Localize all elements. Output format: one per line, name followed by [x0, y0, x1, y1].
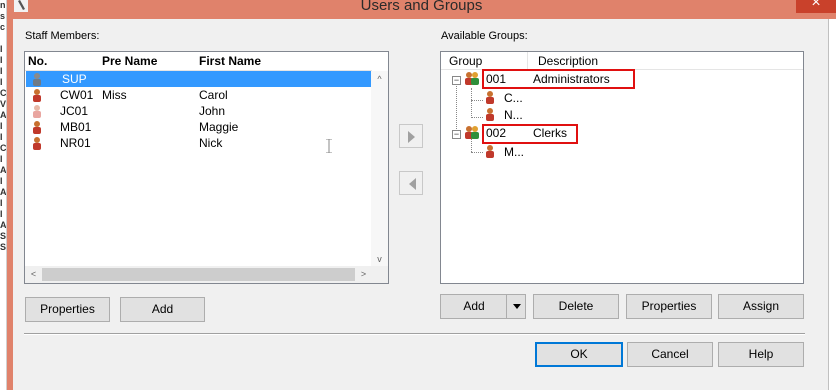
staff-no: NR01 — [60, 136, 91, 150]
user-faded-icon — [33, 105, 41, 118]
group-icon — [465, 72, 479, 85]
member-name: N... — [504, 108, 523, 122]
scroll-right-arrow-icon[interactable]: > — [355, 266, 372, 283]
column-header-no[interactable]: No. — [28, 54, 47, 68]
tree-line — [471, 152, 483, 153]
scroll-up-arrow-icon[interactable]: ^ — [371, 71, 388, 88]
assign-left-button[interactable] — [399, 171, 423, 195]
user-gray-icon — [33, 73, 41, 86]
help-button[interactable]: Help — [718, 342, 804, 367]
available-groups-tree[interactable]: Group Description − 001 Administrators C… — [440, 51, 804, 284]
user-red-icon — [486, 145, 494, 158]
tree-line — [471, 88, 472, 118]
arrow-right-icon — [408, 131, 415, 143]
highlight-box — [482, 124, 578, 144]
scroll-left-arrow-icon[interactable]: < — [25, 266, 42, 283]
column-header-pre-name[interactable]: Pre Name — [102, 54, 157, 68]
staff-list-header: No. Pre Name First Name — [25, 52, 372, 71]
staff-first-name: Maggie — [199, 120, 239, 134]
staff-pre-name: Miss — [102, 88, 127, 102]
tree-line — [471, 117, 483, 118]
group-add-label[interactable]: Add — [441, 295, 507, 318]
text-cursor-icon — [326, 139, 332, 153]
collapse-icon[interactable]: − — [452, 130, 461, 139]
group-member-node[interactable]: M... — [483, 144, 533, 160]
staff-row-mb01[interactable]: MB01 Maggie — [26, 119, 372, 135]
staff-row-sup[interactable]: SUP — [26, 71, 372, 87]
ok-button[interactable]: OK — [535, 342, 623, 367]
staff-no: CW01 — [60, 88, 94, 102]
staff-horizontal-scrollbar[interactable]: < > — [25, 266, 372, 283]
horizontal-scroll-thumb[interactable] — [42, 268, 355, 281]
user-red-icon — [486, 108, 494, 121]
member-name: C... — [504, 91, 523, 105]
scrollbar-corner — [371, 266, 388, 283]
user-red-icon — [33, 121, 41, 134]
staff-row-nr01[interactable]: NR01 Nick — [26, 135, 372, 151]
title-bar[interactable]: Users and Groups — [7, 0, 836, 19]
column-header-description[interactable]: Description — [538, 54, 598, 68]
window-title: Users and Groups — [360, 0, 483, 14]
tree-line — [471, 100, 483, 101]
highlight-box — [482, 69, 635, 89]
group-assign-button[interactable]: Assign — [718, 294, 804, 319]
available-groups-label: Available Groups: — [441, 30, 528, 42]
arrow-left-icon — [409, 178, 416, 190]
user-red-icon — [486, 91, 494, 104]
group-member-node[interactable]: C... — [483, 90, 533, 106]
cancel-button[interactable]: Cancel — [627, 342, 713, 367]
dropdown-arrow-icon — [513, 304, 521, 309]
staff-row-cw01[interactable]: CW01 Miss Carol — [26, 87, 372, 103]
staff-members-label: Staff Members: — [25, 30, 100, 42]
staff-row-jc01[interactable]: JC01 John — [26, 103, 372, 119]
user-red-icon — [33, 137, 41, 150]
column-header-first-name[interactable]: First Name — [199, 54, 261, 68]
background-window-edge: nsc IIIICVAIICIAIAIIASS — [0, 0, 7, 390]
staff-add-button[interactable]: Add — [120, 297, 205, 322]
staff-properties-button[interactable]: Properties — [25, 297, 110, 322]
staff-no: SUP — [62, 72, 87, 86]
user-red-icon — [33, 89, 41, 102]
collapse-icon[interactable]: − — [452, 76, 461, 85]
column-header-group[interactable]: Group — [449, 54, 482, 68]
member-name: M... — [504, 145, 524, 159]
staff-first-name: Carol — [199, 88, 228, 102]
group-icon — [465, 126, 479, 139]
staff-first-name: John — [199, 104, 226, 118]
group-properties-button[interactable]: Properties — [626, 294, 712, 319]
assign-right-button[interactable] — [399, 124, 423, 148]
background-window-edge-right — [828, 19, 836, 390]
staff-no: MB01 — [60, 120, 92, 134]
staff-first-name: Nick — [199, 136, 223, 150]
group-delete-button[interactable]: Delete — [533, 294, 619, 319]
staff-members-list[interactable]: No. Pre Name First Name SUP CW01 Miss Ca… — [24, 51, 389, 284]
footer-divider — [24, 333, 805, 335]
group-member-node[interactable]: N... — [483, 107, 533, 123]
staff-vertical-scrollbar[interactable]: ^ v — [371, 71, 388, 268]
close-button[interactable] — [796, 0, 836, 13]
app-icon — [14, 0, 28, 12]
groups-tree-header: Group Description — [441, 52, 803, 70]
header-divider — [527, 52, 528, 70]
group-add-dropdown[interactable] — [506, 294, 526, 319]
staff-no: JC01 — [60, 104, 89, 118]
